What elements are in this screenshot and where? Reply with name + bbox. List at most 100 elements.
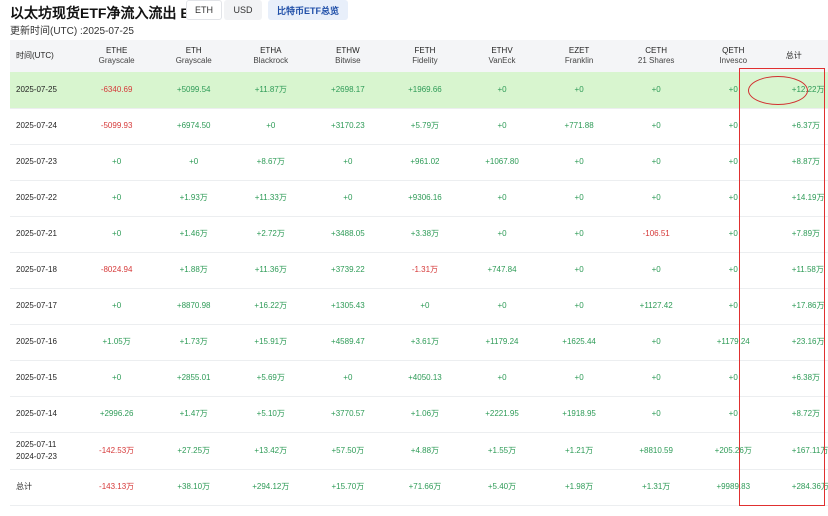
fund-issuer: Grayscale [175, 56, 212, 65]
table-row: 2025-07-11 2024-07-23 -142.53万 +27.25万 +13.4… [10, 432, 828, 469]
row-date: 2025-07-21 [16, 229, 57, 238]
flow-value-cell: +0 [574, 157, 584, 166]
flow-value-cell: +0 [651, 157, 661, 166]
row-date: 2025-07-16 [16, 337, 57, 346]
fund-column-header[interactable]: ETHE Grayscale [78, 40, 155, 72]
row-total-cell: +7.89万 [791, 229, 821, 238]
flow-value-cell: +0 [343, 157, 353, 166]
flow-value-cell: +294.12万 [252, 482, 290, 491]
flow-value-cell: -106.51 [642, 229, 670, 238]
fund-column-header[interactable]: CETH 21 Shares [618, 40, 695, 72]
fund-ticker: ETH [185, 46, 202, 55]
flow-value-cell: +0 [497, 84, 507, 94]
table-row: 2025-07-14 +2996.26 +1.47万 +5.10万 +3770.57 +1… [10, 396, 828, 432]
flow-value-cell: +3739.22 [331, 265, 365, 274]
fund-column-header[interactable]: EZET Franklin [541, 40, 618, 72]
row-date-line: 2025-07-11 [16, 439, 57, 449]
table-row: 2025-07-21 +0 +1.46万 +2.72万 +3488.05 +3.38万 +0… [10, 216, 828, 252]
table-row: 2025-07-16 +1.05万 +1.73万 +15.91万 +4589.47 +3.… [10, 324, 828, 360]
row-total-cell: +14.19万 [791, 193, 825, 202]
flow-value-cell: -6340.69 [100, 84, 133, 94]
flow-value-cell: +0 [574, 229, 584, 238]
updated-time: 更新时间(UTC) :2025-07-25 [10, 26, 134, 37]
flow-value-cell: +0 [343, 193, 353, 202]
row-total-cell: +12.22万 [791, 84, 825, 94]
fund-column-header[interactable]: ETHA Blackrock [232, 40, 309, 72]
fund-ticker: ETHW [336, 46, 360, 55]
row-date: 2025-07-18 [16, 265, 57, 274]
flow-value-cell: +0 [651, 337, 661, 346]
table-row: 2025-07-23 +0 +0 +8.67万 +0 +961.02 +1067.80 +0 +… [10, 144, 828, 180]
flow-value-cell: +0 [420, 301, 430, 310]
flow-value-cell: +0 [574, 373, 584, 382]
flow-value-cell: +8.67万 [256, 157, 285, 166]
fund-column-header[interactable]: FETH Fidelity [386, 40, 463, 72]
flow-value-cell: +1.47万 [179, 409, 208, 418]
flow-value-cell: +0 [651, 193, 661, 202]
flow-value-cell: +0 [112, 157, 122, 166]
flow-value-cell: +0 [497, 229, 507, 238]
row-date: 2025-07-22 [16, 193, 57, 202]
flow-value-cell: +6974.50 [176, 121, 211, 130]
flow-value-cell: -143.13万 [99, 482, 135, 491]
flow-value-cell: +0 [497, 193, 507, 202]
flow-value-cell: +0 [112, 373, 122, 382]
btc-etf-overview-button[interactable]: 比特币ETF总览 [268, 0, 348, 20]
etf-flow-table-container[interactable]: 时间(UTC) ETHE Grayscale ETH Grayscale ETHA Bla… [10, 40, 828, 516]
flow-value-cell: +0 [497, 121, 507, 130]
fund-column-header[interactable]: ETHW Bitwise [309, 40, 386, 72]
table-row: 2025-07-25 -6340.69 +5099.54 +11.87万 +2698.1… [10, 72, 828, 108]
flow-value-cell: +1.06万 [410, 409, 440, 418]
flow-value-cell: +0 [574, 193, 584, 202]
flow-value-cell: +8810.59 [639, 445, 673, 455]
row-total-cell: +6.38万 [791, 373, 821, 382]
table-row: 2025-07-24 -5099.93 +6974.50 +0 +3170.23 +5.7… [10, 108, 828, 144]
flow-value-cell: -1.31万 [411, 265, 439, 274]
table-row: 2025-07-15 +0 +2855.01 +5.69万 +0 +4050.13 +0 +0… [10, 360, 828, 396]
flow-value-cell: +1.46万 [179, 229, 208, 238]
flow-value-cell: +13.42万 [254, 445, 288, 455]
eth-unit-toggle[interactable]: ETH [186, 0, 222, 20]
flow-value-cell: +0 [112, 301, 122, 310]
flow-value-cell: -8024.94 [100, 265, 133, 274]
flow-value-cell: +0 [651, 409, 661, 418]
flow-value-cell: +5.40万 [487, 482, 517, 491]
flow-value-cell: +16.22万 [254, 301, 288, 310]
row-total-cell: +23.16万 [791, 337, 825, 346]
flow-value-cell: +961.02 [410, 157, 440, 166]
flow-value-cell: +0 [189, 157, 199, 166]
table-row: 2025-07-17 +0 +8870.98 +16.22万 +1305.43 +0 +0 +… [10, 288, 828, 324]
fund-issuer: Bitwise [335, 56, 361, 65]
flow-value-cell: +2221.95 [485, 409, 519, 418]
fund-issuer: 21 Shares [637, 56, 675, 65]
usd-unit-toggle[interactable]: USD [224, 0, 262, 20]
flow-value-cell: +0 [728, 229, 738, 238]
fund-column-header[interactable]: QETH Invesco [695, 40, 772, 72]
flow-value-cell: +3.38万 [410, 229, 440, 238]
total-column-header[interactable]: 总计 [772, 40, 828, 72]
flow-value-cell: +1.73万 [179, 337, 208, 346]
fund-column-header[interactable]: ETH Grayscale [155, 40, 232, 72]
flow-value-cell: +8870.98 [176, 301, 211, 310]
fund-ticker: ETHV [491, 46, 513, 55]
row-total-cell: +8.72万 [791, 409, 821, 418]
fund-ticker: EZET [568, 46, 590, 55]
fund-ticker: ETHE [105, 46, 128, 55]
flow-value-cell: +1918.95 [562, 409, 596, 418]
flow-value-cell: +1.55万 [487, 445, 517, 455]
flow-value-cell: +2.72万 [256, 229, 285, 238]
flow-value-cell: +0 [651, 373, 661, 382]
flow-value-cell: +2855.01 [176, 373, 211, 382]
fund-column-header[interactable]: ETHV VanEck [463, 40, 540, 72]
etf-flow-table: 时间(UTC) ETHE Grayscale ETH Grayscale ETHA Bla… [10, 40, 828, 506]
flow-value-cell: +1179.24 [485, 337, 519, 346]
flow-value-cell: +0 [497, 301, 507, 310]
flow-value-cell: +0 [728, 121, 738, 130]
fund-ticker: QETH [722, 46, 745, 55]
date-column-header[interactable]: 时间(UTC) [10, 40, 78, 72]
flow-value-cell: +0 [497, 373, 507, 382]
flow-value-cell: +57.50万 [331, 445, 365, 455]
flow-value-cell: +2698.17 [331, 84, 365, 94]
flow-value-cell: +3770.57 [331, 409, 365, 418]
fund-ticker: FETH [414, 46, 436, 55]
